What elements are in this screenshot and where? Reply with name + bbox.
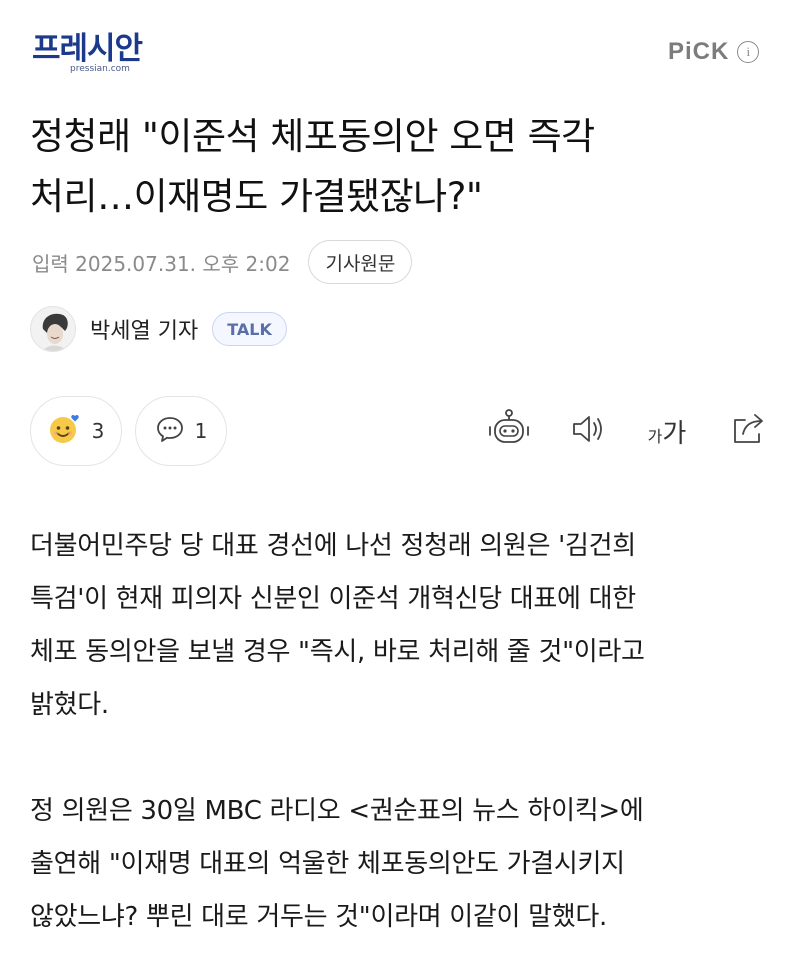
- paragraph-line: 밝혔다.: [30, 690, 109, 720]
- speaker-button[interactable]: [564, 406, 614, 456]
- press-logo[interactable]: 프레시안 pressian.com: [32, 31, 143, 74]
- speaker-icon: [569, 411, 609, 451]
- action-bar: 3 1 가가: [30, 396, 770, 466]
- reaction-button[interactable]: 3: [30, 396, 122, 466]
- press-logo-text: 프레시안: [32, 31, 143, 67]
- press-logo-url: pressian.com: [70, 64, 130, 74]
- font-size-small-label: 가: [647, 426, 663, 446]
- pick-badge[interactable]: PiCK i: [668, 38, 760, 66]
- article-meta: 입력 2025.07.31. 오후 2:02 기사원문: [32, 240, 413, 284]
- paragraph-line: 특검'이 현재 피의자 신분인 이준석 개혁신당 대표에 대한: [30, 584, 636, 614]
- article-body: 더불어민주당 당 대표 경선에 나선 정청래 의원은 '김건희 특검'이 현재 …: [30, 520, 775, 973]
- share-icon: [729, 410, 769, 452]
- original-article-button[interactable]: 기사원문: [308, 240, 413, 284]
- article-paragraph: 정 의원은 30일 MBC 라디오 <권순표의 뉴스 하이킥>에 출연해 "이재…: [30, 785, 775, 944]
- reporter-info: 박세열 기자 TALK: [30, 306, 287, 352]
- comment-bubble-icon: [155, 414, 185, 448]
- paragraph-line: 체포 동의안을 보낼 경우 "즉시, 바로 처리해 줄 것"이라고: [30, 637, 645, 667]
- headline-line-2: 처리…이재명도 가결됐잖나?": [30, 175, 483, 218]
- share-button[interactable]: [724, 406, 774, 456]
- top-bar: 프레시안 pressian.com PiCK i: [0, 0, 800, 100]
- talk-button[interactable]: TALK: [212, 312, 287, 346]
- smile-emoji-icon: [48, 412, 82, 450]
- font-size-large-label: 가: [662, 418, 687, 449]
- font-size-icon: 가가: [648, 413, 687, 450]
- reaction-count: 3: [91, 419, 105, 443]
- pick-label: PiCK: [668, 38, 730, 65]
- reporter-avatar[interactable]: [30, 306, 76, 352]
- robot-summary-button[interactable]: [484, 406, 534, 456]
- paragraph-line: 정 의원은 30일 MBC 라디오 <권순표의 뉴스 하이킥>에: [30, 796, 644, 826]
- info-icon[interactable]: i: [737, 41, 760, 63]
- article-paragraph: 더불어민주당 당 대표 경선에 나선 정청래 의원은 '김건희 특검'이 현재 …: [30, 520, 775, 732]
- paragraph-line: 않았느냐? 뿌린 대로 거두는 것"이라며 이같이 말했다.: [30, 902, 607, 932]
- publish-date: 입력 2025.07.31. 오후 2:02: [32, 251, 291, 276]
- comment-button[interactable]: 1: [135, 396, 227, 466]
- paragraph-line: 더불어민주당 당 대표 경선에 나선 정청래 의원은 '김건희: [30, 531, 636, 561]
- headline-line-1: 정청래 "이준석 체포동의안 오면 즉각: [30, 115, 595, 158]
- comment-count: 1: [194, 419, 208, 443]
- paragraph-line: 출연해 "이재명 대표의 억울한 체포동의안도 가결시키지: [30, 849, 625, 879]
- robot-summary-icon: [487, 409, 531, 453]
- article-headline: 정청래 "이준석 체포동의안 오면 즉각 처리…이재명도 가결됐잖나?": [30, 107, 775, 227]
- font-size-button[interactable]: 가가: [642, 406, 692, 456]
- reporter-name[interactable]: 박세열 기자: [90, 313, 198, 345]
